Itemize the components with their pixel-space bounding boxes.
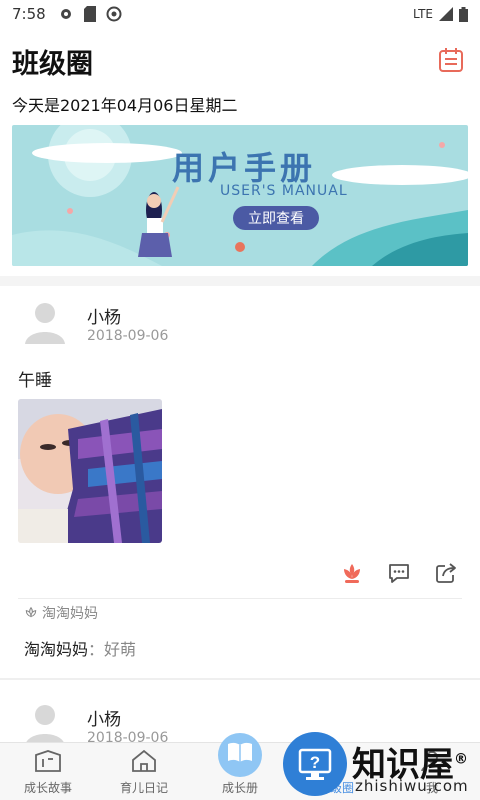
story-icon <box>35 750 61 772</box>
network-label: LTE <box>413 7 433 21</box>
post-text: 午睡 <box>18 371 52 391</box>
post-date: 2018-09-06 <box>87 328 169 344</box>
user-manual-banner[interactable]: 用户手册 USER'S MANUAL 立即查看 <box>12 125 468 266</box>
comment-text: 好萌 <box>104 640 137 659</box>
sync-icon <box>106 6 122 22</box>
book-icon <box>228 742 252 762</box>
view-now-button[interactable]: 立即查看 <box>233 206 319 230</box>
home-icon <box>132 749 156 772</box>
section-divider <box>0 276 480 286</box>
banner-subtitle: USER'S MANUAL <box>220 183 348 199</box>
nav-label: 育儿日记 <box>119 781 168 795</box>
registered-mark: ® <box>454 751 468 768</box>
watermark-domain: zhishiwu.com <box>355 777 469 795</box>
comment-button[interactable] <box>387 561 411 585</box>
page-title: 班级圈 <box>12 49 93 80</box>
calendar-button[interactable] <box>437 46 465 74</box>
post-photo[interactable] <box>18 399 162 543</box>
comment-row[interactable]: 淘淘妈妈：好萌 <box>24 636 136 660</box>
status-bar: 7:58 LTE <box>0 0 480 28</box>
likes-row: 淘淘妈妈 <box>24 603 98 623</box>
separator <box>18 598 462 599</box>
album-button-circle <box>218 733 262 777</box>
flower-like-icon <box>344 564 360 583</box>
nav-label: 成长册 <box>221 781 258 795</box>
calendar-icon <box>439 48 463 72</box>
post-author[interactable]: 小杨 <box>87 705 121 730</box>
nav-item-parenting-diary[interactable]: 育儿日记 <box>96 743 192 800</box>
nav-item-growth-album[interactable]: 成长册 <box>192 733 288 800</box>
status-time: 7:58 <box>12 5 46 23</box>
avatar[interactable] <box>21 298 69 346</box>
share-button[interactable] <box>434 561 458 585</box>
nav-label: 成长故事 <box>23 781 72 795</box>
nav-item-growth-story[interactable]: 成长故事 <box>0 743 96 800</box>
watermark-badge: ? <box>283 732 347 796</box>
liker-name[interactable]: 淘淘妈妈 <box>42 603 98 623</box>
comment-separator: ： <box>88 640 105 659</box>
avatar[interactable] <box>21 700 69 748</box>
battery-icon <box>459 6 468 22</box>
watermark-badge-glyph: ? <box>310 753 320 772</box>
settings-icon <box>60 9 71 19</box>
commenter-name[interactable]: 淘淘妈妈 <box>24 640 88 659</box>
like-button[interactable] <box>340 561 364 585</box>
share-icon <box>436 563 456 583</box>
post-divider <box>0 678 480 680</box>
monitor-question-icon: ? <box>298 748 332 780</box>
today-date: 今天是2021年04月06日星期二 <box>12 96 238 115</box>
baby-photo <box>18 399 162 543</box>
flower-outline-icon <box>25 606 37 618</box>
post-author[interactable]: 小杨 <box>87 303 121 328</box>
sd-card-icon <box>83 6 96 22</box>
signal-icon <box>439 7 453 21</box>
comment-icon <box>389 564 409 583</box>
